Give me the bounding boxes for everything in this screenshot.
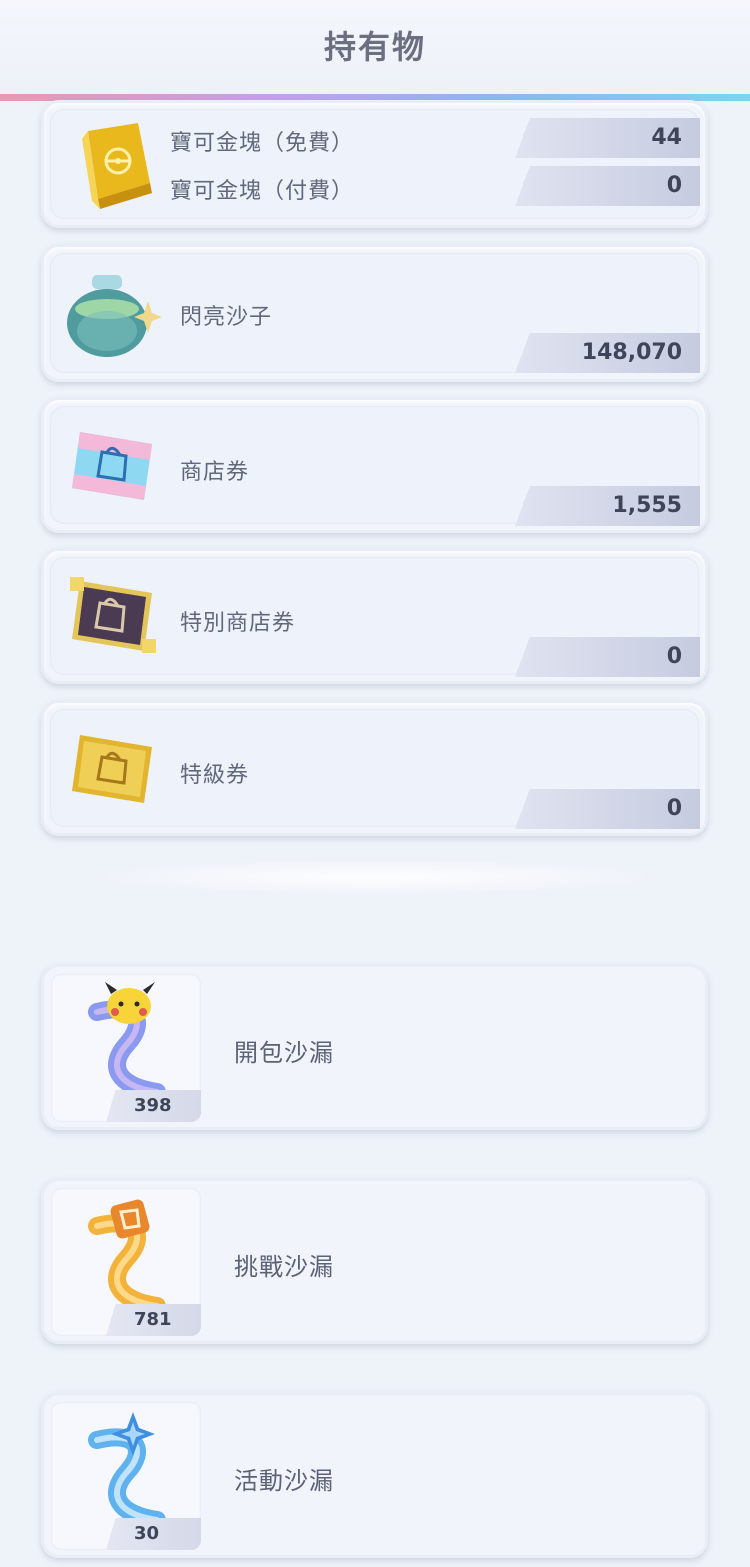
page-title: 持有物 [323,28,426,66]
gold-bar-icon [68,121,156,215]
pack-hourglass-count: 398 [106,1090,201,1122]
gold-free-value: 44 [515,118,700,158]
gold-card: 寶可金塊（免費） 寶可金塊（付費） 44 0 [41,100,708,228]
gold-paid-value: 0 [515,166,700,206]
challenge-hourglass-label: 挑戰沙漏 [234,1253,334,1281]
special-shop-ticket-value: 0 [515,637,700,677]
shop-ticket-card: 商店券 1,555 [41,397,708,533]
premium-ticket-card: 特級券 0 [41,700,708,836]
event-hourglass-count: 30 [106,1518,201,1550]
premium-ticket-label: 特級券 [180,763,250,788]
gold-paid-label: 寶可金塊（付費） [170,179,355,204]
special-shop-ticket-label: 特別商店券 [180,611,296,636]
event-hourglass-label: 活動沙漏 [234,1467,334,1495]
challenge-hourglass-card[interactable]: 781 挑戰沙漏 [41,1178,708,1344]
header: 持有物 [0,0,750,96]
premium-ticket-value: 0 [515,789,700,829]
shop-ticket-value: 1,555 [515,486,700,526]
shop-ticket-label: 商店券 [180,460,250,485]
pack-hourglass-label: 開包沙漏 [234,1039,334,1067]
shiny-sand-bottle-icon [64,271,164,365]
shiny-sand-value: 148,070 [515,333,700,373]
shop-ticket-icon [68,426,156,510]
special-shop-ticket-card: 特別商店券 0 [41,548,708,684]
section-divider [75,858,675,896]
shiny-sand-label: 閃亮沙子 [180,305,273,330]
shiny-sand-card: 閃亮沙子 148,070 [41,244,708,382]
premium-ticket-icon [68,729,156,813]
special-shop-ticket-icon [66,575,158,663]
challenge-hourglass-count: 781 [106,1304,201,1336]
event-hourglass-card[interactable]: 30 活動沙漏 [41,1392,708,1558]
pack-hourglass-card[interactable]: 398 開包沙漏 [41,964,708,1130]
gold-free-label: 寶可金塊（免費） [170,131,355,156]
